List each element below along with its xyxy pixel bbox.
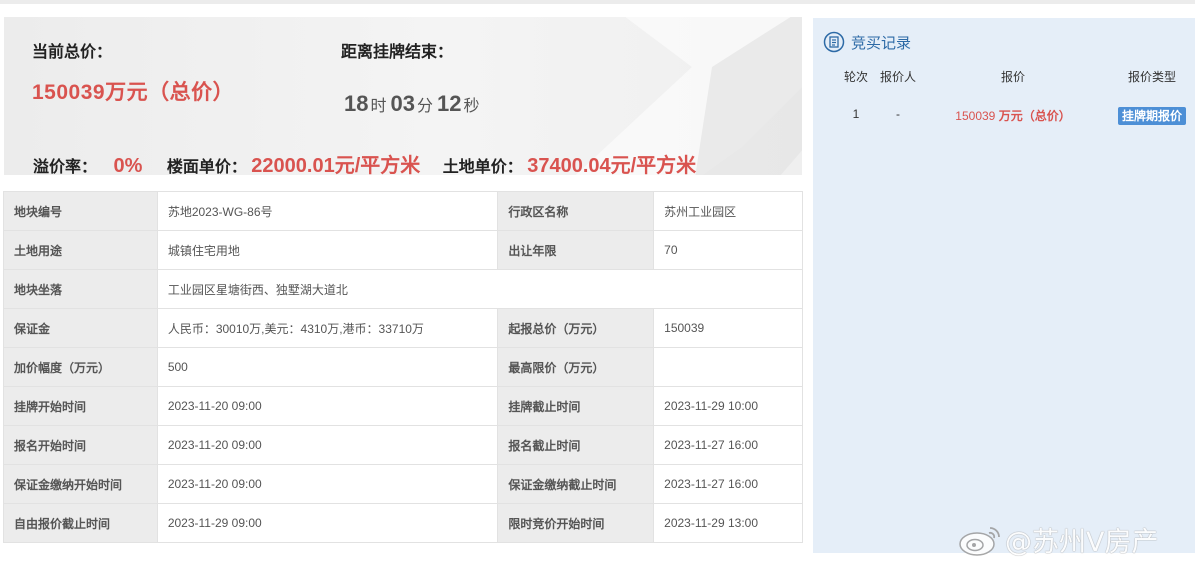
current-total-value: 150039万元（总价）	[32, 81, 235, 104]
registration-start-label: 报名开始时间	[3, 425, 158, 465]
table-row: 挂牌开始时间 2023-11-20 09:00 挂牌截止时间 2023-11-2…	[3, 386, 803, 426]
max-price-label: 最高限价（万元）	[497, 347, 655, 387]
listing-end-label: 挂牌截止时间	[497, 386, 655, 426]
col-price-header: 报价	[1000, 70, 1025, 84]
deposit-end-label: 保证金缴纳截止时间	[497, 464, 655, 504]
increment-value: 500	[156, 347, 499, 387]
table-row: 加价幅度（万元） 500 最高限价（万元）	[3, 347, 803, 387]
table-row: 自由报价截止时间 2023-11-29 09:00 限时竞价开始时间 2023-…	[3, 503, 803, 543]
col-round-header: 轮次	[843, 70, 868, 84]
parcel-info-table: 地块编号 苏地2023-WG-86号 行政区名称 苏州工业园区 土地用途 城镇住…	[3, 191, 804, 543]
table-row: 报名开始时间 2023-11-20 09:00 报名截止时间 2023-11-2…	[3, 425, 803, 465]
floor-price-label: 楼面单价：	[166, 159, 247, 175]
listing-end-value: 2023-11-29 10:00	[653, 386, 803, 426]
deposit-end-value: 2023-11-27 16:00	[653, 464, 803, 504]
countdown-seconds-unit: 秒	[463, 98, 480, 115]
bid-record-row: 1 - 150039 万元（总价） 挂牌期报价	[813, 107, 1195, 127]
listing-start-value: 2023-11-20 09:00	[156, 386, 499, 426]
bid-records-title: 竞买记录	[851, 34, 912, 52]
registration-end-value: 2023-11-27 16:00	[653, 425, 803, 465]
bid-round: 1	[852, 107, 860, 121]
land-use-label: 土地用途	[3, 230, 158, 270]
deposit-value: 人民币：30010万,美元：4310万,港币：33710万	[156, 308, 499, 348]
location-value: 工业园区星塘街西、独墅湖大道北	[156, 269, 804, 309]
countdown-hours-unit: 时	[370, 98, 387, 115]
registration-end-label: 报名截止时间	[497, 425, 655, 465]
lease-term-label: 出让年限	[497, 230, 655, 270]
bid-price: 150039 万元（总价）	[933, 107, 1093, 124]
land-use-value: 城镇住宅用地	[156, 230, 499, 270]
bid-records-header-row: 轮次 报价人 报价 报价类型	[813, 68, 1195, 88]
free-bid-end-label: 自由报价截止时间	[3, 503, 158, 543]
current-total-label: 当前总价：	[32, 44, 113, 61]
listing-start-label: 挂牌开始时间	[3, 386, 158, 426]
weibo-watermark: @苏州V房产	[957, 520, 1158, 559]
bid-price-amount: 150039	[955, 109, 996, 123]
free-bid-end-value: 2023-11-29 09:00	[156, 503, 499, 543]
premium-rate-value: 0%	[113, 155, 143, 175]
table-row: 地块编号 苏地2023-WG-86号 行政区名称 苏州工业园区	[3, 191, 803, 231]
lease-term-value: 70	[653, 230, 803, 270]
countdown-label: 距离挂牌结束：	[341, 44, 454, 61]
countdown-timer: 18 时 03 分 12 秒	[344, 91, 484, 117]
deposit-start-label: 保证金缴纳开始时间	[3, 464, 158, 504]
col-bidder-header: 报价人	[879, 70, 916, 84]
max-price-value	[653, 347, 803, 387]
bid-records-panel: 竞买记录 轮次 报价人 报价 报价类型 1 - 150039 万元（总价） 挂牌…	[813, 18, 1195, 553]
price-summary-panel: 当前总价： 150039万元（总价） 距离挂牌结束： 18 时 03 分 12 秒 溢价率…	[4, 17, 802, 175]
col-type-header: 报价类型	[1127, 70, 1176, 84]
table-row: 地块坐落 工业园区星塘街西、独墅湖大道北	[3, 269, 804, 309]
district-value: 苏州工业园区	[653, 191, 803, 231]
district-label: 行政区名称	[497, 191, 655, 231]
bid-bidder: -	[896, 107, 900, 121]
bid-price-unit: 万元（总价）	[998, 109, 1071, 123]
starting-price-label: 起报总价（万元）	[497, 308, 655, 348]
timed-bid-start-value: 2023-11-29 13:00	[653, 503, 803, 543]
premium-rate-label: 溢价率：	[33, 159, 98, 175]
bid-type-badge: 挂牌期报价	[1117, 107, 1186, 125]
countdown-minutes: 03	[390, 91, 415, 116]
top-divider	[0, 0, 1195, 4]
land-price-label: 土地单价：	[442, 159, 523, 175]
timed-bid-start-label: 限时竞价开始时间	[497, 503, 655, 543]
countdown-minutes-unit: 分	[416, 98, 433, 115]
parcel-number-value: 苏地2023-WG-86号	[156, 191, 499, 231]
table-row: 土地用途 城镇住宅用地 出让年限 70	[3, 230, 803, 270]
watermark-text: @苏州V房产	[1005, 527, 1159, 558]
bid-type-cell: 挂牌期报价	[1117, 107, 1187, 125]
countdown-hours: 18	[344, 91, 369, 116]
record-list-icon	[823, 31, 845, 53]
parcel-number-label: 地块编号	[3, 191, 158, 231]
table-row: 保证金缴纳开始时间 2023-11-20 09:00 保证金缴纳截止时间 202…	[3, 464, 803, 504]
location-label: 地块坐落	[3, 269, 158, 309]
bid-records-header: 竞买记录	[823, 31, 911, 53]
starting-price-value: 150039	[653, 308, 803, 348]
weibo-logo-icon	[959, 526, 1000, 556]
registration-start-value: 2023-11-20 09:00	[156, 425, 499, 465]
table-row: 保证金 人民币：30010万,美元：4310万,港币：33710万 起报总价（万…	[3, 308, 803, 348]
land-price-value: 37400.04元/平方米	[527, 155, 697, 175]
floor-price-value: 22000.01元/平方米	[251, 155, 421, 175]
price-metrics-row: 溢价率： 0% 楼面单价： 22000.01元/平方米 土地单价： 37400.…	[33, 149, 696, 175]
countdown-seconds: 12	[437, 91, 462, 116]
deposit-start-value: 2023-11-20 09:00	[156, 464, 499, 504]
deposit-label: 保证金	[3, 308, 158, 348]
increment-label: 加价幅度（万元）	[3, 347, 158, 387]
